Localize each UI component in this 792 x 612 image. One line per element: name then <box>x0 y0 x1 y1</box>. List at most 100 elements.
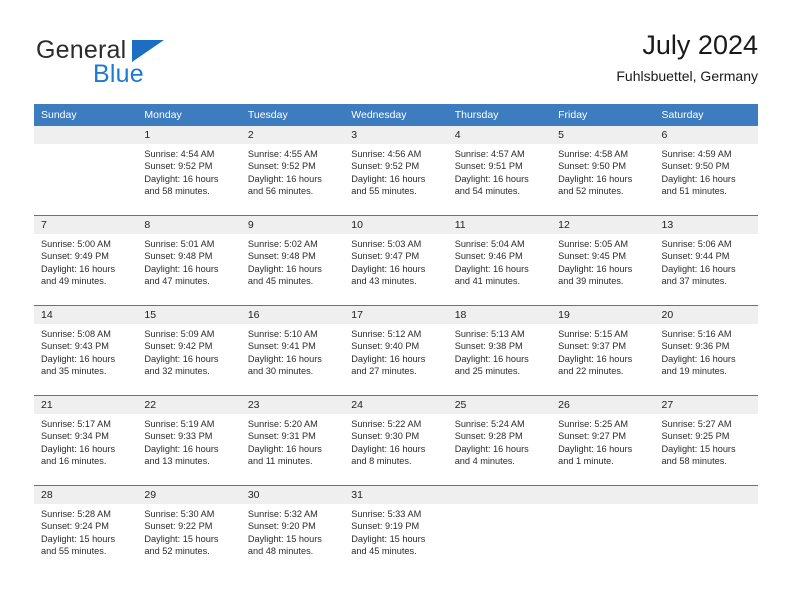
day-cell[interactable]: 1 Sunrise: 4:54 AM Sunset: 9:52 PM Dayli… <box>137 126 241 215</box>
day-details: Sunrise: 5:22 AM Sunset: 9:30 PM Dayligh… <box>344 414 447 468</box>
daylight-text-line2: and 45 minutes. <box>351 546 417 557</box>
daylight-text-line2: and 58 minutes. <box>661 456 727 467</box>
day-cell[interactable]: 8 Sunrise: 5:01 AM Sunset: 9:48 PM Dayli… <box>137 216 241 305</box>
sunset-text: Sunset: 9:49 PM <box>41 251 109 262</box>
daylight-text-line2: and 39 minutes. <box>558 276 624 287</box>
daylight-text-line2: and 8 minutes. <box>351 456 412 467</box>
day-cell[interactable]: 16 Sunrise: 5:10 AM Sunset: 9:41 PM Dayl… <box>240 306 345 395</box>
day-number: 28 <box>34 486 138 504</box>
day-number: 23 <box>240 396 345 414</box>
day-number: 19 <box>551 306 655 324</box>
day-number: 2 <box>240 126 345 144</box>
sunset-text: Sunset: 9:38 PM <box>454 341 523 352</box>
sunrise-text: Sunrise: 5:30 AM <box>144 509 215 519</box>
daylight-text-line1: Daylight: 16 hours <box>661 263 736 274</box>
day-details: Sunrise: 4:58 AM Sunset: 9:50 PM Dayligh… <box>551 144 654 198</box>
day-details: Sunrise: 5:25 AM Sunset: 9:27 PM Dayligh… <box>551 414 654 468</box>
day-cell[interactable]: 15 Sunrise: 5:09 AM Sunset: 9:42 PM Dayl… <box>137 306 241 395</box>
day-cell[interactable]: 27 Sunrise: 5:27 AM Sunset: 9:25 PM Dayl… <box>654 396 758 485</box>
day-cell[interactable]: 22 Sunrise: 5:19 AM Sunset: 9:33 PM Dayl… <box>137 396 241 485</box>
daylight-text-line2: and 13 minutes. <box>144 456 210 467</box>
day-cell[interactable]: 23 Sunrise: 5:20 AM Sunset: 9:31 PM Dayl… <box>240 396 345 485</box>
day-cell[interactable]: 31 Sunrise: 5:33 AM Sunset: 9:19 PM Dayl… <box>344 486 448 575</box>
day-cell[interactable]: 14 Sunrise: 5:08 AM Sunset: 9:43 PM Dayl… <box>34 306 138 395</box>
sunset-text: Sunset: 9:51 PM <box>454 161 523 172</box>
day-cell[interactable] <box>447 486 552 575</box>
day-number: 14 <box>34 306 138 324</box>
day-number: 16 <box>240 306 345 324</box>
day-cell[interactable] <box>34 126 138 215</box>
week-row: 7 Sunrise: 5:00 AM Sunset: 9:49 PM Dayli… <box>34 215 758 305</box>
day-cell[interactable] <box>654 486 758 575</box>
day-cell[interactable]: 2 Sunrise: 4:55 AM Sunset: 9:52 PM Dayli… <box>240 126 345 215</box>
daylight-text-line1: Daylight: 15 hours <box>351 533 426 544</box>
sunset-text: Sunset: 9:36 PM <box>661 341 730 352</box>
sunrise-text: Sunrise: 4:58 AM <box>558 149 629 159</box>
daylight-text-line2: and 22 minutes. <box>558 366 624 377</box>
day-cell[interactable]: 13 Sunrise: 5:06 AM Sunset: 9:44 PM Dayl… <box>654 216 758 305</box>
day-cell[interactable]: 17 Sunrise: 5:12 AM Sunset: 9:40 PM Dayl… <box>344 306 448 395</box>
daylight-text-line1: Daylight: 16 hours <box>351 173 426 184</box>
week-row: 28 Sunrise: 5:28 AM Sunset: 9:24 PM Dayl… <box>34 485 758 575</box>
daylight-text-line2: and 35 minutes. <box>41 366 107 377</box>
day-details: Sunrise: 5:00 AM Sunset: 9:49 PM Dayligh… <box>34 234 137 288</box>
day-details: Sunrise: 4:56 AM Sunset: 9:52 PM Dayligh… <box>344 144 447 198</box>
day-cell[interactable]: 3 Sunrise: 4:56 AM Sunset: 9:52 PM Dayli… <box>344 126 448 215</box>
day-cell[interactable]: 26 Sunrise: 5:25 AM Sunset: 9:27 PM Dayl… <box>551 396 655 485</box>
sunset-text: Sunset: 9:30 PM <box>351 431 420 442</box>
day-cell[interactable]: 5 Sunrise: 4:58 AM Sunset: 9:50 PM Dayli… <box>551 126 655 215</box>
sunset-text: Sunset: 9:19 PM <box>351 521 420 532</box>
week-row: 14 Sunrise: 5:08 AM Sunset: 9:43 PM Dayl… <box>34 305 758 395</box>
day-cell[interactable]: 28 Sunrise: 5:28 AM Sunset: 9:24 PM Dayl… <box>34 486 138 575</box>
day-number: 17 <box>344 306 448 324</box>
daylight-text-line2: and 1 minute. <box>558 456 614 467</box>
sunrise-text: Sunrise: 5:04 AM <box>454 239 525 249</box>
day-cell[interactable]: 6 Sunrise: 4:59 AM Sunset: 9:50 PM Dayli… <box>654 126 758 215</box>
day-cell[interactable]: 20 Sunrise: 5:16 AM Sunset: 9:36 PM Dayl… <box>654 306 758 395</box>
daylight-text-line2: and 55 minutes. <box>41 546 107 557</box>
day-cell[interactable]: 24 Sunrise: 5:22 AM Sunset: 9:30 PM Dayl… <box>344 396 448 485</box>
day-details: Sunrise: 5:15 AM Sunset: 9:37 PM Dayligh… <box>551 324 654 378</box>
day-details: Sunrise: 5:24 AM Sunset: 9:28 PM Dayligh… <box>448 414 551 468</box>
day-cell[interactable]: 7 Sunrise: 5:00 AM Sunset: 9:49 PM Dayli… <box>34 216 138 305</box>
weekday-header-tuesday: Tuesday <box>247 109 288 121</box>
sunset-text: Sunset: 9:34 PM <box>41 431 109 442</box>
day-number <box>654 486 758 504</box>
day-details: Sunrise: 4:57 AM Sunset: 9:51 PM Dayligh… <box>448 144 551 198</box>
sunset-text: Sunset: 9:52 PM <box>144 161 213 172</box>
day-cell[interactable]: 30 Sunrise: 5:32 AM Sunset: 9:20 PM Dayl… <box>240 486 345 575</box>
calendar-grid: Sunday Monday Tuesday Wednesday Thursday… <box>34 104 758 575</box>
day-cell[interactable]: 18 Sunrise: 5:13 AM Sunset: 9:38 PM Dayl… <box>447 306 552 395</box>
day-number: 6 <box>654 126 758 144</box>
day-cell[interactable]: 10 Sunrise: 5:03 AM Sunset: 9:47 PM Dayl… <box>344 216 448 305</box>
day-cell[interactable]: 19 Sunrise: 5:15 AM Sunset: 9:37 PM Dayl… <box>551 306 655 395</box>
day-details <box>551 504 654 508</box>
day-details: Sunrise: 5:33 AM Sunset: 9:19 PM Dayligh… <box>344 504 447 558</box>
day-number <box>551 486 655 504</box>
daylight-text-line1: Daylight: 16 hours <box>351 263 426 274</box>
daylight-text-line2: and 32 minutes. <box>144 366 210 377</box>
day-cell[interactable]: 11 Sunrise: 5:04 AM Sunset: 9:46 PM Dayl… <box>447 216 552 305</box>
day-cell[interactable]: 9 Sunrise: 5:02 AM Sunset: 9:48 PM Dayli… <box>240 216 345 305</box>
logo-text-blue: Blue <box>93 60 144 88</box>
title-block: July 2024 Fuhlsbuettel, Germany <box>616 28 758 86</box>
day-number: 15 <box>137 306 241 324</box>
day-cell[interactable]: 29 Sunrise: 5:30 AM Sunset: 9:22 PM Dayl… <box>137 486 241 575</box>
sunset-text: Sunset: 9:52 PM <box>247 161 316 172</box>
sunrise-text: Sunrise: 5:20 AM <box>247 419 318 429</box>
daylight-text-line2: and 48 minutes. <box>247 546 314 557</box>
weekday-header-thursday: Thursday <box>454 109 499 121</box>
day-cell[interactable]: 4 Sunrise: 4:57 AM Sunset: 9:51 PM Dayli… <box>447 126 552 215</box>
page-subtitle: Fuhlsbuettel, Germany <box>616 68 758 84</box>
weekday-header-monday: Monday <box>144 109 182 121</box>
sunset-text: Sunset: 9:48 PM <box>247 251 316 262</box>
sunrise-text: Sunrise: 5:08 AM <box>41 329 111 339</box>
day-cell[interactable]: 25 Sunrise: 5:24 AM Sunset: 9:28 PM Dayl… <box>447 396 552 485</box>
day-cell[interactable] <box>551 486 655 575</box>
day-cell[interactable]: 21 Sunrise: 5:17 AM Sunset: 9:34 PM Dayl… <box>34 396 138 485</box>
general-blue-logo[interactable]: General Blue <box>34 36 264 92</box>
daylight-text-line1: Daylight: 16 hours <box>144 353 219 364</box>
day-cell[interactable]: 12 Sunrise: 5:05 AM Sunset: 9:45 PM Dayl… <box>551 216 655 305</box>
daylight-text-line1: Daylight: 16 hours <box>144 443 219 454</box>
sunset-text: Sunset: 9:52 PM <box>351 161 420 172</box>
